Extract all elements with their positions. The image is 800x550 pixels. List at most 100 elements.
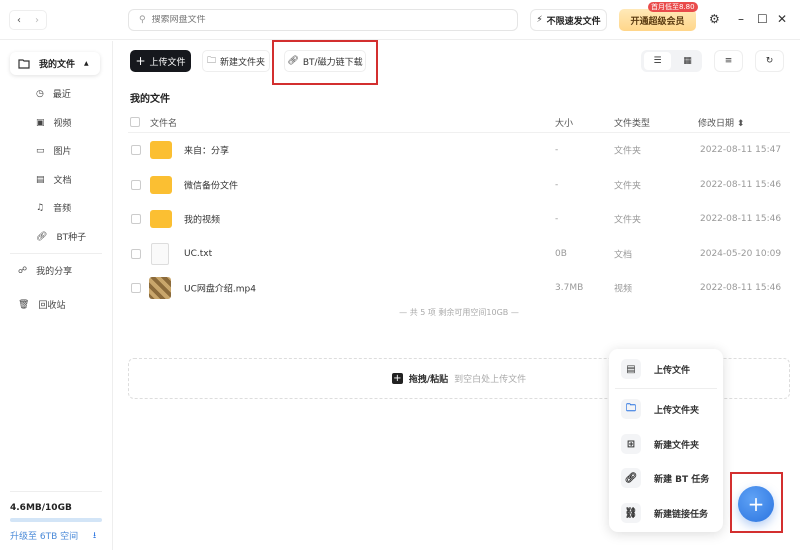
divider [615, 388, 717, 389]
row-checkbox[interactable] [131, 248, 141, 259]
sidebar-item-trash[interactable]: 🗑︎ 回收站 [18, 298, 66, 312]
sidebar-item-docs[interactable]: ▤ 文档 [36, 173, 72, 187]
folder-icon: 🗀 [621, 399, 641, 419]
maximize-icon[interactable]: ☐ [757, 12, 768, 26]
row-checkbox[interactable] [131, 214, 141, 224]
header-type[interactable]: 文件类型 [614, 116, 650, 129]
label: 新建 BT 任务 [654, 474, 710, 485]
sidebar-item-images[interactable]: ▭ 图片 [36, 144, 72, 158]
unlimited-speed-button[interactable]: ⚡ 不限速发文件 [530, 9, 607, 31]
drop-label: 拖拽/粘贴 [408, 375, 449, 385]
table-row[interactable]: UC网盘介绍.mp4 3.7MB 视频 2022-08-11 15:46 [128, 271, 790, 305]
sort-icon[interactable]: ≡ [714, 50, 743, 72]
header-size[interactable]: 大小 [555, 116, 573, 129]
video-icon: ▣ [36, 117, 45, 128]
sidebar-item-bt[interactable]: 🔗︎ BT种子 [36, 230, 86, 244]
close-icon[interactable]: ✕ [777, 12, 787, 26]
back-icon[interactable]: ‹ [17, 15, 21, 26]
new-folder-button[interactable]: 🗀 新建文件夹 [202, 50, 270, 72]
drop-hint: 到空白处上传文件 [454, 375, 527, 385]
label: 文档 [53, 176, 72, 186]
label: 修改日期 [698, 119, 735, 129]
header-name[interactable]: 文件名 [150, 116, 177, 129]
nav-buttons: ‹ › [9, 10, 47, 30]
label: 我的分享 [36, 267, 73, 277]
menu-upload-file[interactable]: ▤ 上传文件 [621, 359, 690, 379]
vip-label: 开通超级会员 [630, 16, 685, 27]
search-input[interactable] [151, 15, 492, 25]
file-name[interactable]: UC网盘介绍.mp4 [184, 282, 256, 295]
summary-text: — 共 5 项 剩余可用空间10GB — [399, 308, 519, 317]
grid-view-icon[interactable]: ▦ [674, 52, 701, 70]
folder-plus-icon: ⊞ [621, 434, 641, 454]
table-row[interactable]: 来自：分享 - 文件夹 2022-08-11 15:47 [128, 133, 790, 167]
document-icon: ▤ [621, 359, 641, 379]
table-row[interactable]: UC.txt 0B 文档 2024-05-20 10:09 [128, 237, 790, 271]
folder-icon [150, 210, 172, 228]
clock-icon: ◷ [36, 88, 44, 99]
fab-menu: ▤ 上传文件 🗀 上传文件夹 ⊞ 新建文件夹 🔗︎ 新建 BT 任务 ⛓︎ 新建链接任务 [609, 349, 723, 532]
image-icon: ▭ [36, 145, 45, 156]
menu-new-folder[interactable]: ⊞ 新建文件夹 [621, 434, 699, 454]
minimize-icon[interactable]: – [738, 12, 744, 26]
vip-badge: 首月低至8.80 [648, 2, 698, 12]
sidebar-item-my-files[interactable]: 我的文件 ▲ [10, 52, 100, 75]
file-type: 文件夹 [614, 181, 642, 191]
storage-bar [10, 518, 102, 522]
row-checkbox[interactable] [131, 179, 141, 190]
file-name[interactable]: UC.txt [184, 249, 212, 259]
folder-icon: 🗀 [206, 56, 216, 66]
folder-icon [150, 175, 172, 194]
label: 音频 [53, 204, 72, 214]
chain-icon: ⛓︎ [621, 503, 641, 523]
file-name[interactable]: 我的视频 [184, 213, 220, 226]
trash-icon: 🗑︎ [18, 299, 30, 310]
upload-icon[interactable]: ⭳ [93, 528, 96, 544]
highlight-box [272, 40, 378, 85]
share-icon: ☍ [18, 265, 28, 276]
table-row[interactable]: 微信备份文件 - 文件夹 2022-08-11 15:46 [128, 168, 790, 202]
label: 我的文件 [39, 60, 76, 70]
list-view-icon[interactable]: ☰ [644, 52, 671, 70]
link-icon: 🔗︎ [36, 231, 48, 242]
headphones-icon: ♫ [36, 202, 45, 213]
highlight-box [730, 472, 783, 533]
forward-icon[interactable]: › [35, 15, 39, 26]
divider [10, 491, 102, 492]
lightning-icon: ⚡ [536, 15, 543, 25]
menu-new-link-task[interactable]: ⛓︎ 新建链接任务 [621, 503, 708, 523]
file-name[interactable]: 微信备份文件 [184, 178, 238, 191]
file-name[interactable]: 来自：分享 [184, 144, 229, 157]
label: 上传文件 [654, 365, 691, 376]
file-size: 0B [555, 248, 567, 259]
sidebar-item-recent[interactable]: ◷ 最近 [36, 87, 71, 101]
file-date: 2022-08-11 15:46 [700, 283, 782, 293]
sidebar-item-video[interactable]: ▣ 视频 [36, 116, 72, 130]
settings-icon[interactable]: ⚙ [709, 12, 720, 26]
upgrade-link[interactable]: 升级至 6TB 空间 [10, 529, 78, 542]
select-all-checkbox[interactable] [130, 117, 140, 127]
header-date[interactable]: 修改日期 ⬍ [698, 116, 744, 129]
file-size: - [555, 145, 559, 155]
sidebar-item-audio[interactable]: ♫ 音频 [36, 201, 72, 215]
label: 上传文件夹 [654, 405, 700, 416]
table-row[interactable]: 我的视频 - 文件夹 2022-08-11 15:46 [128, 202, 790, 236]
sidebar-item-share[interactable]: ☍ 我的分享 [18, 264, 73, 278]
file-date: 2022-08-11 15:46 [700, 179, 782, 190]
menu-new-bt-task[interactable]: 🔗︎ 新建 BT 任务 [621, 468, 709, 488]
search-box[interactable]: ⚲ [128, 9, 518, 31]
upload-button[interactable]: + 上传文件 [130, 50, 191, 72]
row-checkbox[interactable] [131, 283, 141, 293]
plus-icon: + [135, 54, 146, 68]
refresh-icon[interactable]: ↻ [755, 50, 784, 72]
file-size: - [555, 214, 559, 224]
label: 回收站 [38, 301, 66, 311]
menu-upload-folder[interactable]: 🗀 上传文件夹 [621, 399, 699, 419]
row-checkbox[interactable] [131, 145, 141, 155]
vip-button[interactable]: 开通超级会员 [619, 9, 696, 31]
document-icon: ▤ [36, 174, 45, 185]
label: 视频 [53, 119, 72, 129]
label: 图片 [53, 147, 72, 157]
label: 新建文件夹 [220, 57, 266, 68]
file-type: 视频 [614, 284, 633, 295]
